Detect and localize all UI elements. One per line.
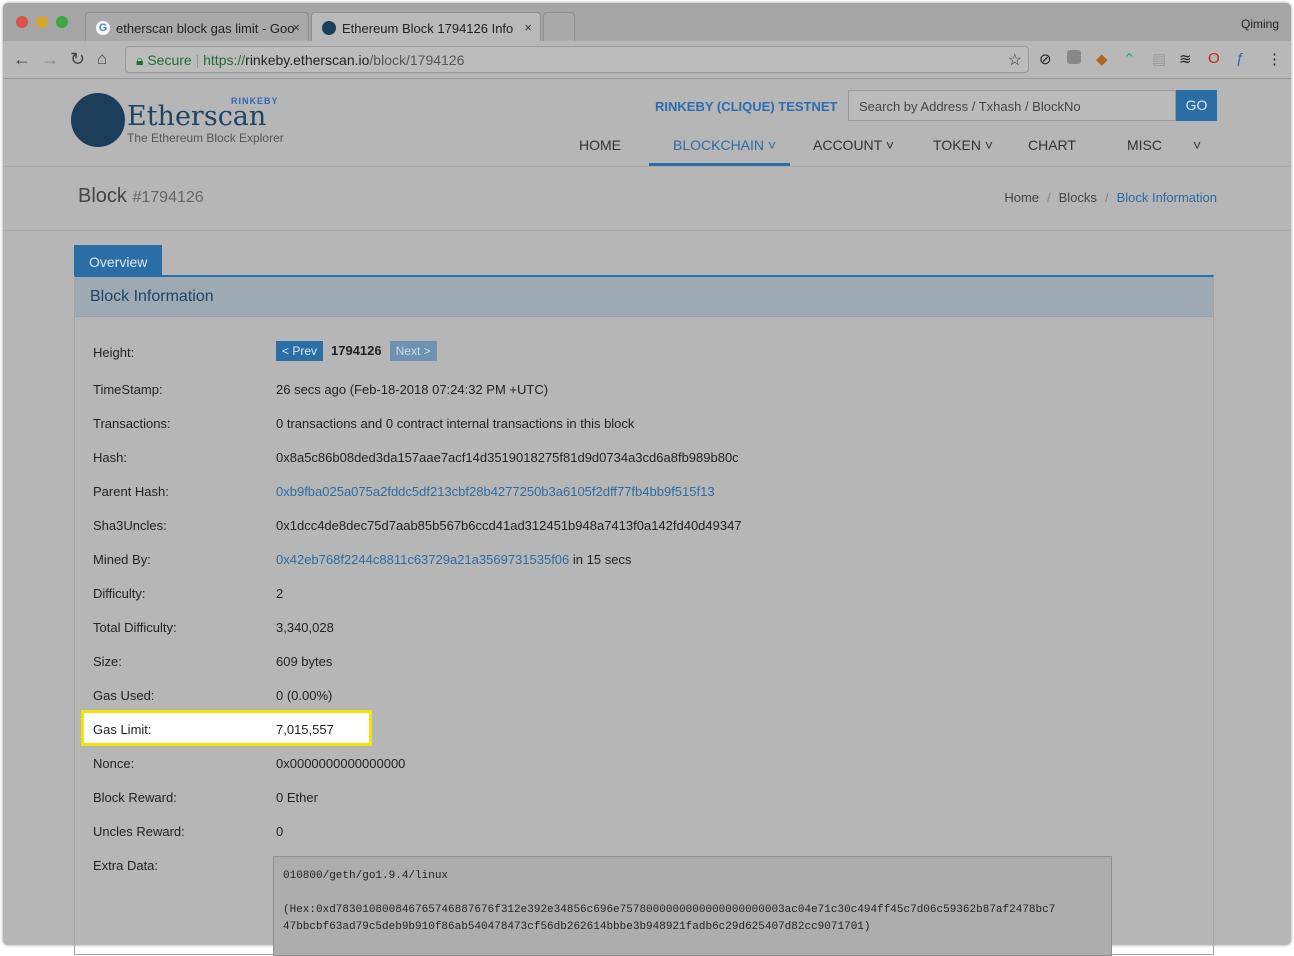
row-label: Nonce: bbox=[93, 756, 135, 771]
breadcrumb-home[interactable]: Home bbox=[1004, 190, 1039, 205]
more-chevron-icon[interactable]: ˅ bbox=[1193, 137, 1201, 153]
menu-blockchain[interactable]: BLOCKCHAIN ˅ bbox=[673, 137, 776, 153]
extension-icon[interactable]: ƒ bbox=[1236, 50, 1244, 67]
row-label: Uncles Reward: bbox=[93, 824, 185, 839]
block-info-panel: Block Information bbox=[74, 275, 1214, 955]
search-placeholder: Search by Address / Txhash / BlockNo bbox=[859, 99, 1081, 114]
tab-overview[interactable]: Overview bbox=[74, 245, 162, 276]
breadcrumb: Home / Blocks / Block Information bbox=[1004, 190, 1217, 205]
row-value: 0x0000000000000000 bbox=[276, 756, 406, 771]
row-label: Block Reward: bbox=[93, 790, 177, 805]
etherscan-logo-icon[interactable] bbox=[71, 93, 125, 147]
menu-token[interactable]: TOKEN ˅ bbox=[933, 137, 993, 153]
page-title: Block #1794126 bbox=[78, 185, 204, 207]
breadcrumb-blocks[interactable]: Blocks bbox=[1059, 190, 1097, 205]
maximize-window-button[interactable] bbox=[56, 16, 68, 28]
profile-name[interactable]: Qiming bbox=[1241, 17, 1279, 31]
row-label: Total Difficulty: bbox=[93, 620, 177, 635]
address-bar[interactable]: 🔒︎ Secure | https://rinkeby.etherscan.io… bbox=[125, 46, 1029, 73]
row-value: 0x8a5c86b08ded3da157aae7acf14d3519018275… bbox=[276, 450, 739, 465]
mined-time: in 15 secs bbox=[569, 552, 632, 567]
rinkeby-badge: RINKEBY bbox=[231, 96, 279, 106]
google-icon: G bbox=[96, 21, 110, 35]
extra-data-hex-cont: 47bbcbf63ad79c5deb9b910f86ab540478473cf5… bbox=[283, 921, 871, 933]
row-value: 2 bbox=[276, 586, 284, 601]
buffer-icon[interactable]: ≋ bbox=[1179, 50, 1192, 68]
row-label: TimeStamp: bbox=[93, 382, 163, 397]
tab-label: Ethereum Block 1794126 Info bbox=[342, 21, 514, 36]
row-value: 0 bbox=[276, 824, 284, 839]
metamask-icon[interactable]: ◆ bbox=[1096, 50, 1108, 68]
new-tab-button[interactable] bbox=[543, 12, 575, 41]
next-block-button[interactable]: Next > bbox=[389, 341, 437, 361]
opera-icon[interactable]: O bbox=[1208, 50, 1220, 67]
bookmark-star-icon[interactable]: ☆ bbox=[1008, 50, 1022, 70]
etherscan-icon bbox=[322, 21, 336, 35]
prev-block-button[interactable]: < Prev bbox=[276, 341, 324, 361]
search-input[interactable]: Search by Address / Txhash / BlockNo bbox=[848, 90, 1176, 121]
extension-icon[interactable]: ▤ bbox=[1152, 50, 1166, 68]
close-tab-icon[interactable]: × bbox=[292, 20, 300, 35]
reload-icon[interactable]: ↻ bbox=[70, 49, 85, 70]
row-label: Transactions: bbox=[93, 416, 171, 431]
active-menu-underline bbox=[649, 163, 790, 166]
row-label: Height: bbox=[93, 345, 135, 360]
row-value: 26 secs ago (Feb-18-2018 07:24:32 PM +UT… bbox=[276, 382, 549, 397]
lock-icon: 🔒︎ bbox=[136, 52, 144, 68]
row-value: 0 transactions and 0 contract internal t… bbox=[276, 416, 635, 431]
back-icon[interactable]: ← bbox=[13, 49, 31, 70]
url-host: rinkeby.etherscan.io bbox=[245, 52, 370, 68]
browser-toolbar: ← → ↻ ⌂ 🔒︎ Secure | https://rinkeby.ethe… bbox=[3, 41, 1291, 79]
menu-chart[interactable]: CHART bbox=[1028, 137, 1076, 153]
go-button[interactable]: GO bbox=[1176, 90, 1217, 121]
url-path: /block/1794126 bbox=[369, 52, 465, 68]
row-label: Hash: bbox=[93, 450, 127, 465]
site-header: Etherscan The Ethereum Block Explorer RI… bbox=[3, 79, 1291, 167]
row-label: Sha3Uncles: bbox=[93, 518, 167, 533]
row-value: 1794126 bbox=[331, 343, 382, 358]
tab-label: etherscan block gas limit - Goo bbox=[116, 21, 295, 36]
row-value: 7,015,557 bbox=[276, 722, 334, 737]
menu-misc[interactable]: MISC bbox=[1127, 137, 1162, 153]
extension-icon[interactable]: ⌃ bbox=[1123, 50, 1136, 68]
url-scheme: https:// bbox=[203, 52, 246, 68]
logo-subtitle: The Ethereum Block Explorer bbox=[127, 131, 284, 145]
close-tab-icon[interactable]: × bbox=[524, 20, 532, 35]
minimize-window-button[interactable] bbox=[36, 16, 48, 28]
network-label: RINKEBY (CLIQUE) TESTNET bbox=[655, 99, 838, 114]
secure-label: Secure bbox=[147, 52, 192, 68]
row-value: 3,340,028 bbox=[276, 620, 334, 635]
row-value: 609 bytes bbox=[276, 654, 333, 669]
block-number: #1794126 bbox=[132, 189, 204, 206]
chrome-menu-icon[interactable]: ⋮ bbox=[1267, 50, 1282, 68]
row-value: 0 (0.00%) bbox=[276, 688, 333, 703]
extra-data-box: 010800/geth/go1.9.4/linux (Hex:0xd783010… bbox=[273, 856, 1112, 956]
miner-link[interactable]: 0x42eb768f2244c8811c63729a21a3569731535f… bbox=[276, 552, 569, 567]
forward-icon[interactable]: → bbox=[41, 49, 59, 70]
page-subheader: Block #1794126 Home / Blocks / Block Informa… bbox=[3, 167, 1291, 231]
extension-icon[interactable]: ⊘ bbox=[1039, 50, 1052, 68]
extension-icon[interactable] bbox=[1067, 50, 1081, 64]
extra-data-hex: (Hex:0xd783010800846765746887676f312e392… bbox=[283, 904, 1056, 916]
row-label: Extra Data: bbox=[93, 858, 159, 873]
row-label: Parent Hash: bbox=[93, 484, 169, 499]
tab-bar: G etherscan block gas limit - Goo × Ether… bbox=[3, 3, 1291, 41]
tab-google-search[interactable]: G etherscan block gas limit - Goo × bbox=[85, 12, 309, 41]
menu-account[interactable]: ACCOUNT ˅ bbox=[813, 137, 894, 153]
row-label: Gas Used: bbox=[93, 688, 155, 703]
menu-home[interactable]: HOME bbox=[579, 137, 621, 153]
close-window-button[interactable] bbox=[16, 16, 28, 28]
row-value: 0x1dcc4de8dec75d7aab85b567b6ccd41ad31245… bbox=[276, 518, 742, 533]
panel-title: Block Information bbox=[75, 277, 1213, 317]
parent-hash-link[interactable]: 0xb9fba025a075a2fddc5df213cbf28b4277250b… bbox=[276, 484, 715, 499]
home-icon[interactable]: ⌂ bbox=[97, 49, 107, 69]
extra-data-text: 010800/geth/go1.9.4/linux bbox=[283, 870, 449, 882]
row-label: Size: bbox=[93, 654, 122, 669]
row-label: Gas Limit: bbox=[93, 722, 152, 737]
row-label: Mined By: bbox=[93, 552, 151, 567]
tab-etherscan[interactable]: Ethereum Block 1794126 Info × bbox=[311, 12, 541, 41]
row-value: 0 Ether bbox=[276, 790, 318, 805]
breadcrumb-current: Block Information bbox=[1116, 190, 1217, 205]
row-label: Difficulty: bbox=[93, 586, 146, 601]
